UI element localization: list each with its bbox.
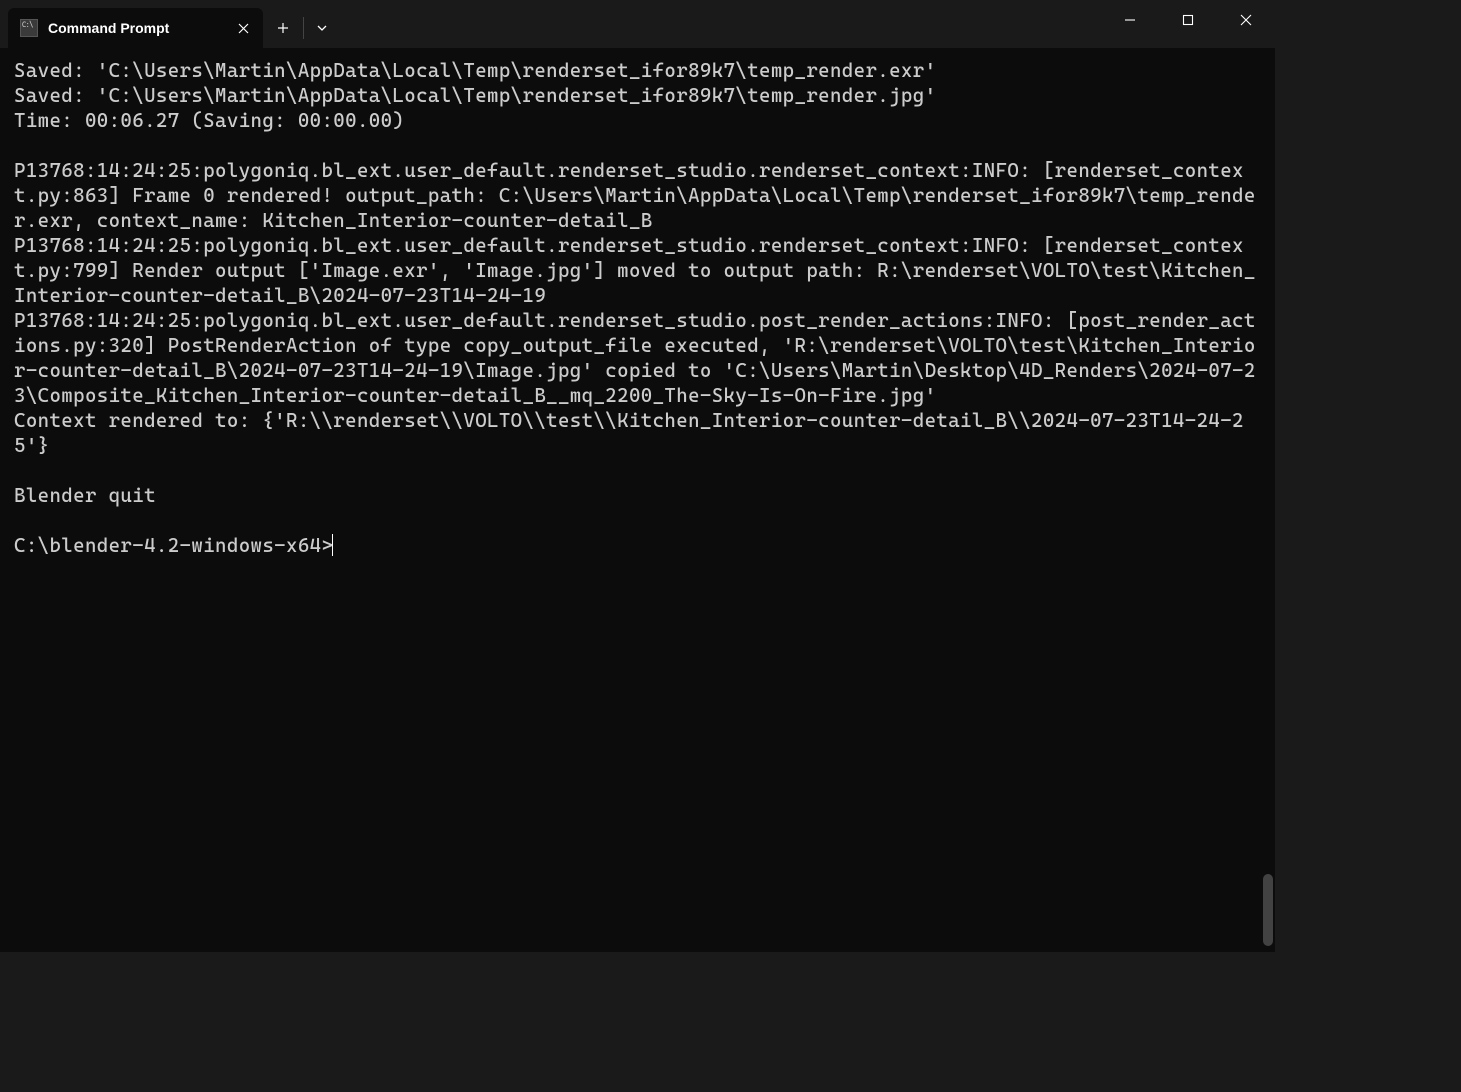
minimize-button[interactable] <box>1101 0 1159 40</box>
titlebar: Command Prompt <box>0 0 1275 48</box>
terminal-output[interactable]: Saved: 'C:\Users\Martin\AppData\Local\Te… <box>0 48 1275 952</box>
terminal-prompt: C:\blender-4.2-windows-x64> <box>14 534 333 557</box>
terminal-line <box>14 133 1261 158</box>
tab-command-prompt[interactable]: Command Prompt <box>8 8 263 48</box>
maximize-button[interactable] <box>1159 0 1217 40</box>
close-icon <box>238 23 249 34</box>
terminal-line <box>14 508 1261 533</box>
terminal-line: Saved: 'C:\Users\Martin\AppData\Local\Te… <box>14 83 1261 108</box>
tab-title: Command Prompt <box>48 20 223 36</box>
tab-dropdown-button[interactable] <box>306 12 338 44</box>
tab-area: Command Prompt <box>0 0 338 48</box>
terminal-cursor <box>332 534 333 556</box>
terminal-line: P13768:14:24:25:polygoniq.bl_ext.user_de… <box>14 308 1261 408</box>
terminal-line: Saved: 'C:\Users\Martin\AppData\Local\Te… <box>14 58 1261 83</box>
terminal-line: Blender quit <box>14 483 1261 508</box>
terminal-line: P13768:14:24:25:polygoniq.bl_ext.user_de… <box>14 158 1261 233</box>
chevron-down-icon <box>316 22 328 34</box>
terminal-prompt-line: C:\blender-4.2-windows-x64> <box>14 533 1261 558</box>
terminal-line: Time: 00:06.27 (Saving: 00:00.00) <box>14 108 1261 133</box>
tab-close-button[interactable] <box>233 18 253 38</box>
scrollbar-thumb[interactable] <box>1263 874 1273 946</box>
terminal-line <box>14 458 1261 483</box>
new-tab-button[interactable] <box>267 12 299 44</box>
plus-icon <box>277 22 289 34</box>
tab-divider <box>303 17 304 39</box>
terminal-line: P13768:14:24:25:polygoniq.bl_ext.user_de… <box>14 233 1261 308</box>
close-icon <box>1240 14 1252 26</box>
terminal-line: Context rendered to: {'R:\\renderset\\VO… <box>14 408 1261 458</box>
maximize-icon <box>1182 14 1194 26</box>
minimize-icon <box>1124 14 1136 26</box>
cmd-icon <box>20 19 38 37</box>
window-close-button[interactable] <box>1217 0 1275 40</box>
window-controls <box>1101 0 1275 40</box>
